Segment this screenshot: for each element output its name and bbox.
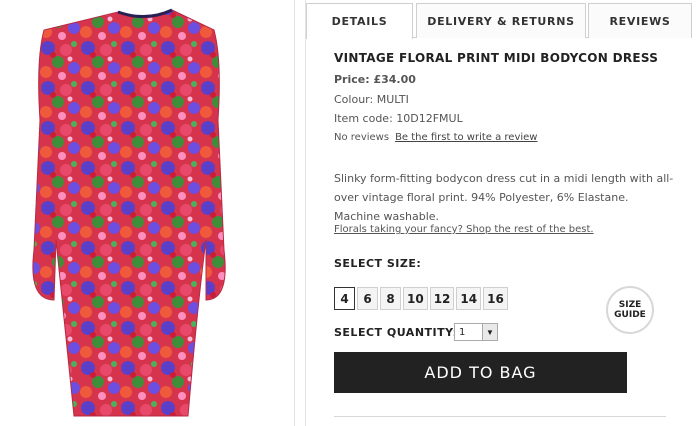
size-guide-label-2: GUIDE (614, 310, 646, 320)
write-review-link[interactable]: Be the first to write a review (395, 132, 537, 143)
size-guide-button[interactable]: SIZE GUIDE (606, 286, 654, 334)
select-size-label: SELECT SIZE: (334, 257, 422, 270)
select-quantity-label: SELECT QUANTITY: (334, 326, 458, 339)
floral-dress-image (32, 8, 226, 417)
quantity-value: 1 (459, 326, 466, 338)
size-option-16[interactable]: 16 (483, 287, 508, 310)
product-item-code: Item code: 10D12FMUL (334, 112, 463, 125)
tab-delivery-returns[interactable]: DELIVERY & RETURNS (416, 3, 586, 38)
divider (334, 416, 666, 417)
shop-florals-link[interactable]: Florals taking your fancy? Shop the rest… (334, 224, 594, 235)
product-colour: Colour: MULTI (334, 93, 409, 106)
size-option-8[interactable]: 8 (380, 287, 401, 310)
product-title: VINTAGE FLORAL PRINT MIDI BODYCON DRESS (334, 51, 659, 65)
size-option-6[interactable]: 6 (357, 287, 378, 310)
product-price: Price: £34.00 (334, 73, 416, 86)
size-option-10[interactable]: 10 (403, 287, 428, 310)
chevron-down-icon[interactable]: ▼ (482, 324, 497, 340)
product-details-panel: DETAILS DELIVERY & RETURNS REVIEWS VINTA… (305, 0, 696, 426)
quantity-select[interactable]: 1 ▼ (454, 323, 498, 341)
tab-reviews[interactable]: REVIEWS (588, 3, 692, 38)
product-description: Slinky form-fitting bodycon dress cut in… (334, 172, 674, 223)
reviews-summary: No reviews Be the first to write a review (334, 132, 537, 143)
size-guide-label-1: SIZE (618, 300, 642, 310)
size-selector: 4 6 8 10 12 14 16 (334, 287, 508, 310)
product-image[interactable] (0, 0, 295, 426)
size-option-12[interactable]: 12 (429, 287, 455, 310)
reviews-count: No reviews (334, 132, 390, 143)
tab-details[interactable]: DETAILS (306, 3, 413, 39)
size-option-14[interactable]: 14 (456, 287, 482, 310)
add-to-bag-button[interactable]: ADD TO BAG (334, 352, 627, 393)
tab-bar: DETAILS DELIVERY & RETURNS REVIEWS (306, 3, 692, 39)
size-option-4[interactable]: 4 (334, 287, 355, 310)
